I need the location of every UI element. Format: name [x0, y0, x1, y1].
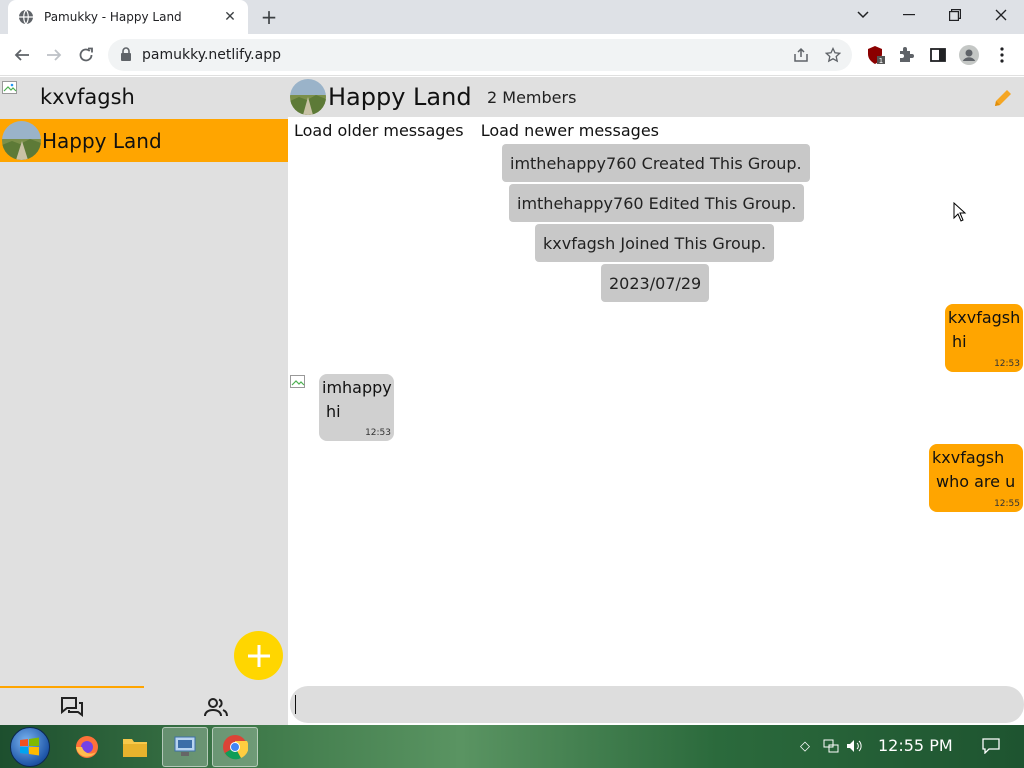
app-window: kxvfagsh Happy Land Happy Land 2 Members… [0, 77, 1024, 725]
pencil-icon[interactable] [992, 87, 1014, 109]
network-app-icon[interactable] [162, 727, 208, 767]
volume-icon[interactable] [846, 737, 864, 755]
browser-toolbar: pamukky.netlify.app 1 [0, 34, 1024, 76]
lock-icon[interactable] [120, 46, 132, 65]
message-input[interactable] [290, 686, 1024, 723]
tab-title: Pamukky - Happy Land [44, 10, 182, 24]
restore-button[interactable] [932, 0, 978, 30]
reload-button[interactable] [72, 41, 100, 69]
globe-icon [18, 9, 34, 25]
sidebar-username: kxvfagsh [40, 85, 135, 109]
chat-list-item-name: Happy Land [42, 129, 162, 153]
windows-start-icon[interactable] [10, 727, 50, 767]
new-chat-button[interactable] [234, 631, 283, 680]
star-icon[interactable] [824, 46, 842, 64]
sidepanel-icon[interactable] [928, 45, 948, 65]
sidebar-header: kxvfagsh [0, 77, 288, 119]
message-time: 12:53 [365, 428, 391, 438]
address-bar[interactable]: pamukky.netlify.app [108, 39, 852, 71]
system-message: imthehappy760 Edited This Group. [509, 184, 805, 222]
message-sender: kxvfagsh [948, 308, 1021, 327]
message-bubble[interactable]: kxvfagsh hi 12:53 [945, 304, 1023, 372]
message-text: who are u [936, 472, 1016, 491]
kebab-menu-icon[interactable] [992, 45, 1012, 65]
screen: Pamukky - Happy Land ✕ + pamukky.netlify… [0, 0, 1024, 768]
shield-extension-icon[interactable]: 1 [866, 45, 886, 65]
forward-button[interactable] [40, 41, 68, 69]
message-text: hi [952, 332, 967, 351]
message-time: 12:55 [994, 499, 1020, 509]
group-avatar [2, 121, 41, 160]
load-newer-link[interactable]: Load newer messages [481, 121, 659, 140]
minimize-button[interactable] [886, 0, 932, 30]
text-caret [295, 695, 296, 714]
message-sender: kxvfagsh [932, 448, 1005, 467]
chat-title[interactable]: Happy Land [328, 83, 472, 111]
profile-icon[interactable] [959, 45, 979, 65]
system-message: imthehappy760 Created This Group. [502, 144, 810, 182]
network-icon[interactable] [822, 737, 840, 755]
notification-icon[interactable] [982, 737, 1000, 755]
date-separator: 2023/07/29 [601, 264, 710, 302]
browser-tab[interactable]: Pamukky - Happy Land ✕ [8, 0, 248, 34]
message-sender: imhappy [322, 378, 392, 397]
message-text: hi [326, 402, 341, 421]
puzzle-icon[interactable] [896, 45, 916, 65]
sidebar: kxvfagsh Happy Land [0, 77, 288, 725]
message-time: 12:53 [994, 359, 1020, 369]
load-messages-row: Load older messages Load newer messages [294, 121, 671, 140]
mouse-cursor-icon [953, 201, 967, 222]
svg-text:1: 1 [879, 57, 883, 65]
group-avatar[interactable] [290, 79, 326, 115]
tray-diamond-icon[interactable]: ◇ [796, 737, 814, 755]
system-message: kxvfagsh Joined This Group. [535, 224, 775, 262]
tab-search-chevron-icon[interactable] [840, 0, 886, 30]
url-text[interactable]: pamukky.netlify.app [142, 47, 281, 63]
close-tab-icon[interactable]: ✕ [222, 9, 238, 25]
firefox-icon[interactable] [64, 727, 110, 767]
load-older-link[interactable]: Load older messages [294, 121, 464, 140]
folder-icon[interactable] [112, 727, 158, 767]
taskbar-clock[interactable]: 12:55 PM [878, 736, 953, 755]
browser-tab-strip: Pamukky - Happy Land ✕ + [0, 0, 1024, 34]
taskbar: ◇ 12:55 PM [0, 725, 1024, 768]
user-avatar[interactable] [2, 81, 20, 97]
chat-header: Happy Land 2 Members [288, 77, 1024, 117]
back-button[interactable] [8, 41, 36, 69]
contacts-icon[interactable] [204, 696, 228, 718]
chrome-icon[interactable] [212, 727, 258, 767]
chats-icon[interactable] [60, 696, 84, 718]
close-window-button[interactable] [978, 0, 1024, 30]
active-tab-indicator [0, 686, 144, 688]
sidebar-tab-bar [0, 686, 288, 725]
sender-avatar[interactable] [290, 375, 308, 401]
share-icon[interactable] [792, 46, 810, 64]
message-bubble[interactable]: kxvfagsh who are u 12:55 [929, 444, 1023, 512]
message-bubble[interactable]: imhappy hi 12:53 [319, 374, 394, 441]
chat-panel: Happy Land 2 Members Load older messages… [288, 77, 1024, 725]
chat-list-item[interactable]: Happy Land [0, 119, 288, 162]
member-count[interactable]: 2 Members [487, 88, 576, 107]
new-tab-button[interactable]: + [258, 5, 280, 29]
